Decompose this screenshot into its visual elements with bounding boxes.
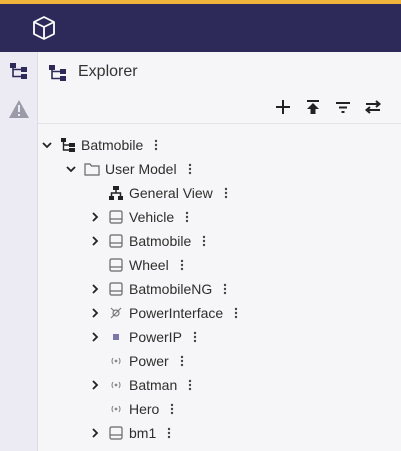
- tree-item-label: PowerIP: [129, 329, 182, 345]
- collapse-all-button[interactable]: [302, 98, 324, 120]
- chevron-down-icon[interactable]: [64, 162, 78, 176]
- tree-icon: [9, 61, 29, 86]
- explorer-activity-button[interactable]: [0, 54, 38, 92]
- tree-row-batmobile[interactable]: Batmobile: [88, 229, 207, 253]
- tree-row-batmobileng[interactable]: BatmobileNG: [88, 277, 228, 301]
- tree-row-batman[interactable]: Batman: [88, 373, 193, 397]
- tree-row-root[interactable]: Batmobile: [40, 133, 159, 157]
- more-options-icon[interactable]: [169, 402, 175, 416]
- collapse-all-icon: [305, 99, 321, 120]
- warning-icon: [8, 99, 30, 124]
- filter-icon: [335, 99, 351, 120]
- app-logo-icon[interactable]: [32, 15, 56, 41]
- more-options-icon[interactable]: [223, 186, 229, 200]
- explorer-panel: Explorer Batmobile User Model General Vi…: [38, 52, 401, 451]
- tree-row-user-model[interactable]: User Model: [64, 157, 193, 181]
- more-options-icon[interactable]: [192, 330, 198, 344]
- tree-item-label: General View: [129, 185, 213, 201]
- tree-row-powerinterface[interactable]: PowerInterface: [88, 301, 239, 325]
- chevron-right-icon[interactable]: [88, 378, 102, 392]
- diagram-icon: [108, 185, 124, 201]
- sync-icon: [364, 99, 382, 120]
- chevron-right-icon[interactable]: [88, 234, 102, 248]
- filter-button[interactable]: [332, 98, 354, 120]
- more-options-icon[interactable]: [187, 378, 193, 392]
- problems-activity-button[interactable]: [0, 92, 38, 130]
- chevron-down-icon[interactable]: [40, 138, 54, 152]
- add-button[interactable]: [272, 98, 294, 120]
- chevron-right-icon[interactable]: [88, 330, 102, 344]
- plus-icon: [275, 99, 291, 120]
- tree-item-label: Hero: [129, 401, 160, 417]
- more-options-icon[interactable]: [233, 306, 239, 320]
- more-options-icon[interactable]: [187, 162, 193, 176]
- tree-row-wheel[interactable]: Wheel: [88, 253, 185, 277]
- signal-icon: [108, 353, 124, 369]
- tree-row-vehicle[interactable]: Vehicle: [88, 205, 190, 229]
- more-options-icon[interactable]: [222, 282, 228, 296]
- block-icon: [108, 209, 124, 225]
- block-icon: [108, 257, 124, 273]
- explorer-toolbar: [38, 92, 401, 124]
- tree-item-label: Batmobile: [129, 233, 192, 249]
- panel-title: Explorer: [78, 63, 138, 80]
- interface-icon: [108, 305, 124, 321]
- more-options-icon[interactable]: [179, 258, 185, 272]
- tree-item-label: Batmobile: [81, 137, 144, 153]
- signal-icon: [108, 401, 124, 417]
- tree-row-hero[interactable]: Hero: [88, 397, 175, 421]
- block-icon: [108, 233, 124, 249]
- chevron-right-icon[interactable]: [88, 210, 102, 224]
- more-options-icon[interactable]: [184, 210, 190, 224]
- tree-item-label: BatmobileNG: [129, 281, 213, 297]
- tree-item-label: PowerInterface: [129, 305, 224, 321]
- tree-item-label: Batman: [129, 377, 178, 393]
- tree-row-powerip[interactable]: PowerIP: [88, 325, 198, 349]
- signal-icon: [108, 377, 124, 393]
- tree-item-label: Vehicle: [129, 209, 175, 225]
- tree-item-label: User Model: [105, 161, 177, 177]
- chevron-right-icon[interactable]: [88, 426, 102, 440]
- tree-row-general-view[interactable]: General View: [88, 181, 229, 205]
- explorer-icon: [48, 63, 68, 88]
- more-options-icon[interactable]: [201, 234, 207, 248]
- more-options-icon[interactable]: [166, 426, 172, 440]
- chevron-right-icon[interactable]: [88, 306, 102, 320]
- tree-item-label: bm1: [129, 425, 157, 441]
- port-icon: [108, 329, 124, 345]
- tree-item-label: Wheel: [129, 257, 169, 273]
- panel-header: Explorer: [38, 52, 401, 92]
- tree-row-power[interactable]: Power: [88, 349, 185, 373]
- project-tree-icon: [60, 137, 76, 153]
- block-icon: [108, 425, 124, 441]
- more-options-icon[interactable]: [179, 354, 185, 368]
- block-icon: [108, 281, 124, 297]
- sync-button[interactable]: [362, 98, 384, 120]
- activity-bar: [0, 52, 38, 451]
- app-header: [0, 4, 401, 52]
- tree-row-bm1[interactable]: bm1: [88, 421, 172, 445]
- folder-icon: [84, 161, 100, 177]
- more-options-icon[interactable]: [153, 138, 159, 152]
- chevron-right-icon[interactable]: [88, 282, 102, 296]
- tree-item-label: Power: [129, 353, 169, 369]
